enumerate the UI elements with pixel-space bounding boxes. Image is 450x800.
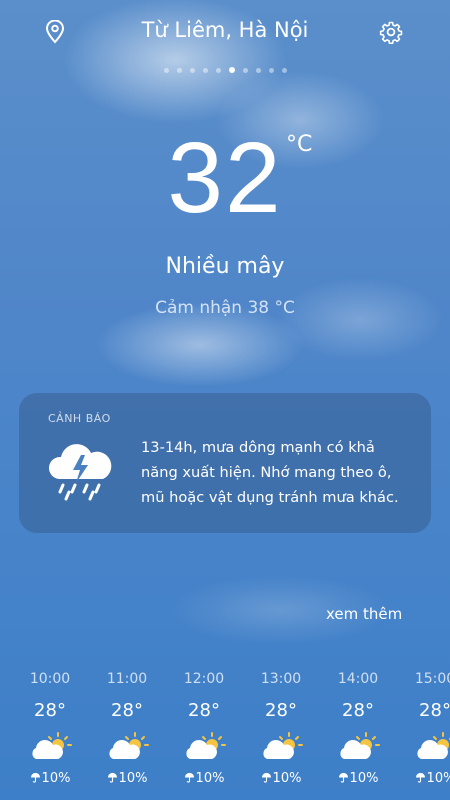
umbrella-icon [184,772,194,783]
page-dot[interactable] [202,68,208,73]
partly-cloudy-icon [109,732,149,759]
rain-chance-value: 10% [426,771,450,786]
hour-time: 10:00 [29,671,71,687]
hour-time: 13:00 [260,671,302,687]
rain-chance: 10% [12,768,88,790]
partly-cloudy-icon [32,732,72,759]
page-dot[interactable] [281,68,287,73]
page-dot[interactable] [228,67,235,73]
hourly-item[interactable]: 11:00 28° 10% [89,668,165,790]
current-temperature: 32 [167,122,283,234]
umbrella-icon [261,772,271,783]
page-dot[interactable] [268,68,274,73]
rain-chance-value: 10% [118,771,148,786]
page-dot[interactable] [255,68,261,73]
partly-cloudy-icon [417,732,450,759]
hourly-item[interactable]: 14:00 28° 10% [320,668,396,790]
umbrella-icon [338,772,348,783]
hourly-item[interactable]: 12:00 28° 10% [166,668,242,790]
umbrella-icon [107,772,117,783]
hour-time: 11:00 [106,671,148,687]
page-dot[interactable] [189,68,195,73]
rain-chance: 10% [320,768,396,790]
top-bar: Từ Liêm, Hà Nội [0,0,450,73]
rain-chance-value: 10% [41,771,71,786]
rain-chance-value: 10% [349,771,379,786]
hour-time: 15:00 [414,671,450,687]
page-dot[interactable] [176,68,182,73]
rain-chance: 10% [166,768,242,790]
weather-condition: Nhiều mây [165,254,285,279]
rain-chance: 10% [397,768,450,790]
hourly-item[interactable]: 10:00 28° 10% [12,668,88,790]
hour-temperature: 28° [342,700,374,721]
partly-cloudy-icon [263,732,303,759]
rain-chance: 10% [243,768,319,790]
rain-chance: 10% [89,768,165,790]
rain-chance-value: 10% [195,771,225,786]
partly-cloudy-icon [186,732,226,759]
hour-temperature: 28° [419,700,450,721]
hour-temperature: 28° [188,700,220,721]
page-indicator[interactable] [0,67,450,73]
alert-message: 13-14h, mưa dông mạnh có khả năng xuất h… [141,439,399,506]
alert-title: CẢNH BÁO [48,412,111,425]
umbrella-icon [415,772,425,783]
page-dot[interactable] [215,68,221,73]
hour-time: 12:00 [183,671,225,687]
page-dot[interactable] [242,68,248,73]
temperature-unit: °C [286,132,313,157]
umbrella-icon [30,772,40,783]
thunderstorm-icon [48,444,112,501]
hour-temperature: 28° [34,700,66,721]
hour-time: 14:00 [337,671,379,687]
gear-icon[interactable] [379,20,403,44]
hour-temperature: 28° [111,700,143,721]
page-dot[interactable] [163,68,169,73]
hour-temperature: 28° [265,700,297,721]
see-more-link[interactable]: xem thêm [326,605,402,623]
partly-cloudy-icon [340,732,380,759]
hourly-item[interactable]: 15:00 28° 10% [397,668,450,790]
hourly-item[interactable]: 13:00 28° 10% [243,668,319,790]
weather-alert-card[interactable]: CẢNH BÁO 13-14h, mưa dông mạnh có khả nă… [19,393,431,533]
rain-chance-value: 10% [272,771,302,786]
hourly-forecast[interactable]: 10:00 28° 10% 11:00 28° 10% 12:00 28° 10% 13:00 28… [0,668,450,800]
feels-like: Cảm nhận 38 °C [155,298,295,318]
